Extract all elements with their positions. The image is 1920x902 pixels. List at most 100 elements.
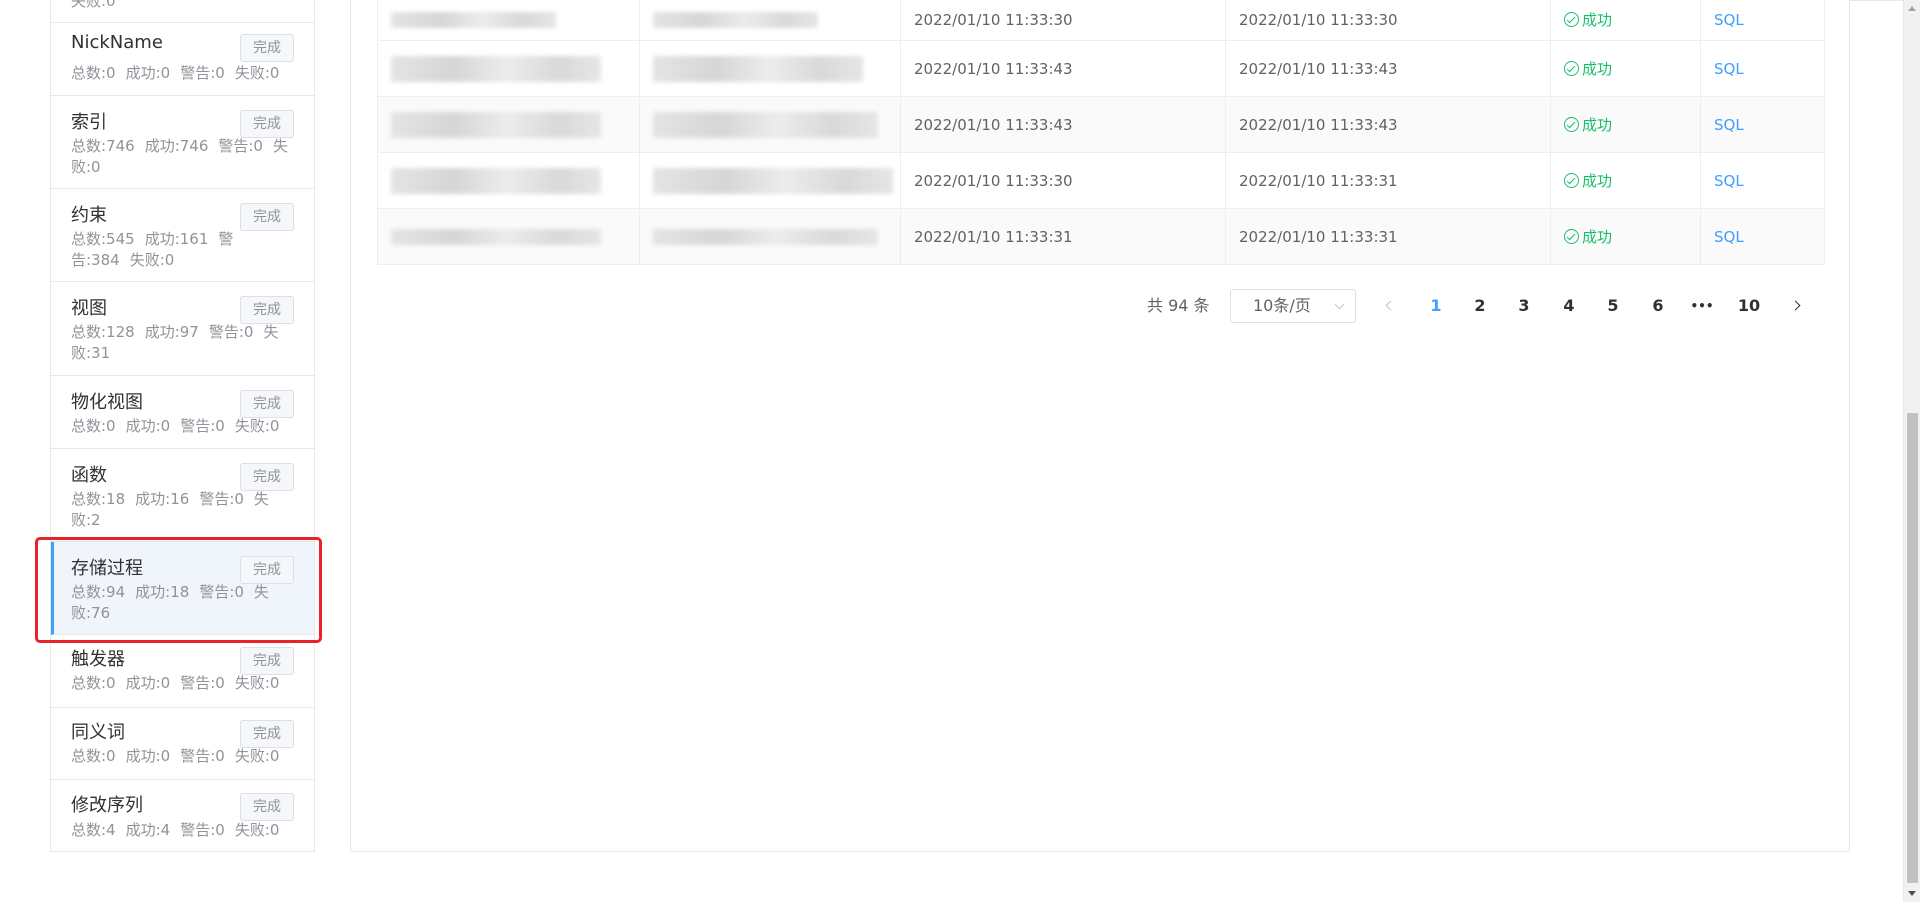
sidebar-item-stats: 总数:18 成功:16 警告:0 失败:2: [71, 489, 291, 531]
sidebar-item-title: 触发器: [71, 649, 125, 670]
status-badge: 成功: [1564, 170, 1612, 191]
stat-success: 成功:4: [125, 821, 171, 839]
page-1[interactable]: 1: [1421, 289, 1451, 323]
end-time-cell: 2022/01/10 11:33:31: [1226, 153, 1551, 208]
stat-total: 总数:94: [71, 583, 126, 601]
stat-fail: 失: [253, 490, 269, 508]
sidebar-item-constraint[interactable]: 约束 完成 总数:545 成功:161 警告:384 失败:0: [51, 189, 314, 282]
check-circle-icon: [1564, 61, 1579, 76]
page-6[interactable]: 6: [1643, 289, 1673, 323]
scroll-down-arrow-icon[interactable]: [1908, 891, 1916, 896]
sql-link[interactable]: SQL: [1714, 11, 1744, 29]
check-circle-icon: [1564, 229, 1579, 244]
stat-warning: 警告:0: [180, 747, 225, 765]
page-4[interactable]: 4: [1554, 289, 1584, 323]
status-badge: 成功: [1564, 114, 1612, 135]
sidebar-item-stats: 总数:4 成功:4 警告:0 失败:0: [71, 820, 291, 841]
page-2[interactable]: 2: [1465, 289, 1495, 323]
target-name-cell: [640, 0, 901, 40]
scroll-up-arrow-icon[interactable]: [1908, 6, 1916, 11]
status-badge: 成功: [1564, 226, 1612, 247]
sidebar-item-title: 同义词: [71, 722, 125, 743]
complete-button[interactable]: 完成: [240, 556, 294, 584]
more-pages-ellipsis[interactable]: •••: [1687, 289, 1717, 323]
page-10[interactable]: 10: [1731, 289, 1767, 323]
sidebar-item-stored-procedure[interactable]: 存储过程 完成 总数:94 成功:18 警告:0 失败:76: [51, 542, 314, 635]
sidebar-item-view[interactable]: 视图 完成 总数:128 成功:97 警告:0 失败:31: [51, 282, 314, 376]
start-time-cell: 2022/01/10 11:33:43: [901, 41, 1226, 96]
complete-button[interactable]: 完成: [240, 110, 294, 138]
chevron-down-icon: [1334, 299, 1345, 310]
sidebar-item-index[interactable]: 索引 完成 总数:746 成功:746 警告:0 失败:0: [51, 96, 314, 189]
stat-fail-cont: 败:2: [71, 511, 101, 529]
object-name-cell: [378, 153, 640, 208]
sidebar-item-nickname[interactable]: NickName 完成 总数:0 成功:0 警告:0 失败:0: [51, 23, 314, 96]
stat-fail: 失败:0: [234, 417, 280, 435]
complete-button[interactable]: 完成: [240, 720, 294, 748]
complete-button[interactable]: 完成: [240, 390, 294, 418]
sidebar-item-materialized-view[interactable]: 物化视图 完成 总数:0 成功:0 警告:0 失败:0: [51, 376, 314, 449]
sql-link[interactable]: SQL: [1714, 116, 1744, 134]
redacted-text: [653, 111, 878, 138]
action-cell: SQL: [1701, 209, 1826, 264]
redacted-text: [391, 111, 601, 138]
redacted-text: [391, 11, 556, 28]
complete-button[interactable]: 完成: [240, 296, 294, 324]
sidebar-item-title: 物化视图: [71, 392, 143, 413]
stat-total: 总数:545: [71, 230, 135, 248]
sidebar-item-stats: 总数:0 成功:0 警告:0 失败:0: [71, 673, 291, 694]
status-cell: 成功: [1551, 153, 1701, 208]
sidebar-item-alter-sequence[interactable]: 修改序列 完成 总数:4 成功:4 警告:0 失败:0: [51, 780, 314, 851]
stat-success: 成功:161: [144, 230, 209, 248]
stat-warning: 警告:0: [218, 137, 263, 155]
sidebar-item-title: 索引: [71, 112, 107, 133]
redacted-text: [391, 228, 601, 245]
redacted-text: [653, 167, 893, 194]
sidebar-item-function[interactable]: 函数 完成 总数:18 成功:16 警告:0 失败:2: [51, 449, 314, 542]
sidebar-item-stats: 总数:0 成功:0 警告:0 失败:0: [71, 63, 291, 84]
sidebar-item-stats: 总数:128 成功:97 警告:0 失败:31: [71, 322, 291, 364]
object-name-cell: [378, 209, 640, 264]
complete-button[interactable]: 完成: [240, 34, 294, 62]
complete-button[interactable]: 完成: [240, 463, 294, 491]
sidebar-item-title: 函数: [71, 465, 107, 486]
redacted-text: [653, 55, 863, 82]
sidebar-item-stats: 总数:746 成功:746 警告:0 失败:0: [71, 136, 291, 178]
category-sidebar: 失败:0 NickName 完成 总数:0 成功:0 警告:0 失败:0 索引 完成 …: [50, 0, 315, 852]
target-name-cell: [640, 97, 901, 152]
stat-fail: 失败:0: [234, 747, 280, 765]
sql-link[interactable]: SQL: [1714, 172, 1744, 190]
stat-warning: 警: [218, 230, 234, 248]
sidebar-item-trigger[interactable]: 触发器 完成 总数:0 成功:0 警告:0 失败:0: [51, 635, 314, 708]
next-page-button[interactable]: [1781, 289, 1811, 323]
prev-page-button[interactable]: [1376, 289, 1406, 323]
stat-fail: 失败:0: [234, 674, 280, 692]
object-name-cell: [378, 0, 640, 40]
page-3[interactable]: 3: [1509, 289, 1539, 323]
page-5[interactable]: 5: [1598, 289, 1628, 323]
start-time-cell: 2022/01/10 11:33:30: [901, 0, 1226, 40]
end-time-cell: 2022/01/10 11:33:30: [1226, 0, 1551, 40]
stat-fail: 失败:0: [71, 0, 116, 10]
complete-button[interactable]: 完成: [240, 647, 294, 675]
sql-link[interactable]: SQL: [1714, 228, 1744, 246]
target-name-cell: [640, 41, 901, 96]
page-scrollbar[interactable]: [1903, 0, 1920, 902]
sql-link[interactable]: SQL: [1714, 60, 1744, 78]
object-name-cell: [378, 41, 640, 96]
scroll-thumb[interactable]: [1907, 413, 1918, 883]
stat-warning: 警告:0: [199, 490, 244, 508]
start-time-cell: 2022/01/10 11:33:43: [901, 97, 1226, 152]
stat-warning: 警告:0: [180, 674, 225, 692]
sidebar-item-stats: 总数:545 成功:161 警告:384 失败:0: [71, 229, 291, 271]
table-row: 2022/01/10 11:33:43 2022/01/10 11:33:43 …: [378, 41, 1824, 97]
page-size-select[interactable]: 10条/页: [1230, 289, 1356, 323]
divider: [1850, 0, 1903, 1]
stat-success: 成功:746: [144, 137, 209, 155]
stat-success: 成功:0: [125, 417, 171, 435]
check-circle-icon: [1564, 117, 1579, 132]
complete-button[interactable]: 完成: [240, 793, 294, 821]
complete-button[interactable]: 完成: [240, 203, 294, 231]
status-cell: 成功: [1551, 209, 1701, 264]
sidebar-item-synonym[interactable]: 同义词 完成 总数:0 成功:0 警告:0 失败:0: [51, 708, 314, 780]
